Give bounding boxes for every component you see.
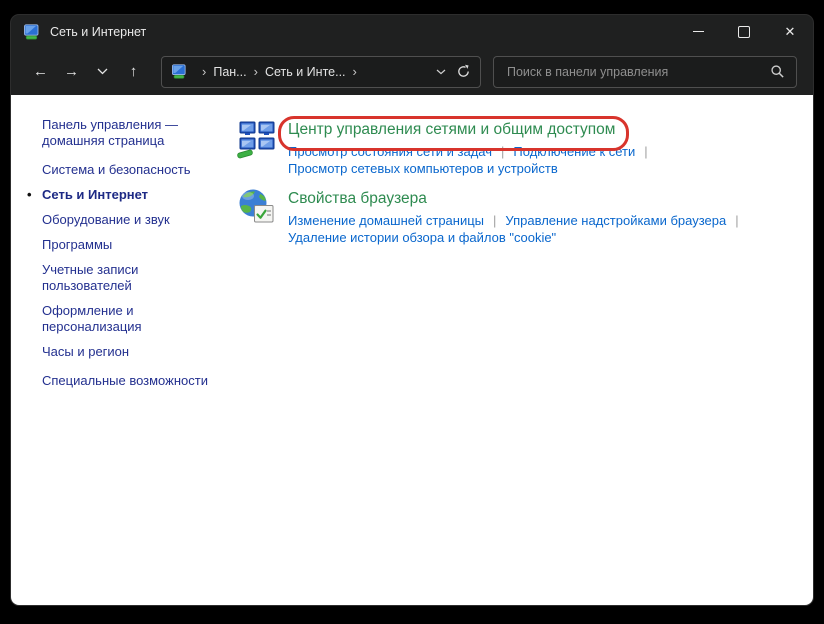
category-section: Свойства браузера Изменение домашней стра… (237, 184, 793, 246)
network-sharing-center-icon (237, 119, 277, 159)
breadcrumb-item[interactable]: Сеть и Инте... (265, 65, 346, 79)
search-icon (771, 65, 784, 78)
address-dropdown-button[interactable] (436, 69, 446, 75)
window-title: Сеть и Интернет (50, 24, 147, 39)
active-bullet-icon: • (27, 187, 32, 202)
category-title-link[interactable]: Центр управления сетями и общим доступом (288, 115, 615, 143)
sidebar-item-label: Программы (42, 237, 113, 252)
sidebar-item-label: Сеть и Интернет (42, 187, 149, 202)
content-area: Панель управления — домашняя страница Сис… (11, 95, 813, 605)
back-icon: ← (33, 63, 48, 80)
sidebar-item-label: Система и безопасность (42, 162, 191, 177)
close-button[interactable]: ✕ (767, 15, 813, 48)
sidebar: Панель управления — домашняя страница Сис… (27, 117, 227, 398)
forward-button[interactable]: → (56, 64, 87, 79)
links-divider: | (501, 144, 505, 159)
address-bar[interactable]: › Пан... › Сеть и Инте... › (161, 55, 481, 88)
refresh-button[interactable] (456, 64, 471, 79)
sidebar-item-label: Специальные возможности (42, 373, 208, 388)
sidebar-item-label: Часы и регион (42, 344, 130, 359)
sidebar-item[interactable]: Система и безопасность (42, 162, 227, 178)
sidebar-item[interactable]: Программы (42, 237, 227, 253)
category-body: Центр управления сетями и общим доступом… (278, 115, 657, 177)
task-link[interactable]: Управление надстройками браузера (505, 213, 726, 228)
network-category-icon (23, 23, 41, 40)
maximize-icon (738, 25, 750, 38)
sidebar-item[interactable]: Специальные возможности (42, 373, 227, 389)
task-links-row: Просмотр сетевых компьютеров и устройств (288, 160, 657, 177)
control-panel-window: Сеть и Интернет ✕ ← → ↑ › Пан... › Сеть и И… (11, 15, 813, 605)
category-title-wrap: Свойства браузера (288, 184, 427, 212)
breadcrumb-item[interactable]: Пан... (213, 65, 246, 79)
sidebar-item[interactable]: Оформление и персонализация (42, 303, 227, 335)
main-pane: Центр управления сетями и общим доступом… (237, 115, 793, 253)
minimize-icon (692, 31, 704, 32)
task-link[interactable]: Просмотр сетевых компьютеров и устройств (288, 161, 558, 176)
links-divider: | (493, 213, 497, 228)
sidebar-item-label: Оформление и персонализация (42, 303, 142, 334)
task-link[interactable]: Удаление истории обзора и файлов "cookie… (288, 230, 556, 245)
links-divider: | (644, 144, 648, 159)
back-button[interactable]: ← (25, 64, 56, 79)
task-link[interactable]: Подключение к сети (513, 144, 635, 159)
network-category-icon (171, 64, 188, 79)
task-links-row: Просмотр состояния сети и задач | Подключе… (288, 143, 657, 160)
sidebar-item-label: Панель управления — домашняя страница (42, 117, 179, 148)
minimize-button[interactable] (675, 15, 721, 48)
close-icon: ✕ (784, 24, 796, 39)
window-controls: ✕ (675, 15, 813, 48)
links-divider: | (735, 213, 739, 228)
category-title-wrap: Центр управления сетями и общим доступом (278, 115, 630, 151)
chevron-down-icon (436, 69, 446, 74)
category-title-link[interactable]: Свойства браузера (288, 184, 427, 212)
maximize-button[interactable] (721, 15, 767, 48)
task-link[interactable]: Просмотр состояния сети и задач (288, 144, 492, 159)
up-icon: ↑ (129, 63, 138, 80)
sidebar-item[interactable]: Учетные записи пользователей (42, 262, 227, 294)
task-links-row: Изменение домашней страницы | Управление н… (288, 212, 748, 229)
sidebar-item[interactable]: Панель управления — домашняя страница (42, 117, 227, 149)
breadcrumb: › Пан... › Сеть и Инте... › (195, 65, 364, 79)
category-body: Свойства браузера Изменение домашней стра… (288, 184, 748, 246)
category-section: Центр управления сетями и общим доступом… (237, 115, 793, 177)
navigation-toolbar: ← → ↑ › Пан... › Сеть и Инте... › (11, 48, 813, 95)
forward-icon: → (64, 63, 79, 80)
recent-pages-button[interactable] (87, 68, 118, 75)
nav-buttons: ← → ↑ (11, 64, 159, 79)
up-button[interactable]: ↑ (118, 64, 149, 79)
titlebar: Сеть и Интернет ✕ (11, 15, 813, 48)
sidebar-item[interactable]: Оборудование и звук (42, 212, 227, 228)
chevron-down-icon (97, 68, 108, 75)
breadcrumb-chevron-icon: › (253, 64, 258, 79)
breadcrumb-chevron-icon: › (352, 64, 357, 79)
refresh-icon (458, 64, 469, 77)
task-link[interactable]: Изменение домашней страницы (288, 213, 484, 228)
search-input[interactable] (505, 63, 770, 80)
sidebar-item-label: Оборудование и звук (42, 212, 170, 227)
search-box[interactable] (493, 55, 797, 88)
task-links-row: Удаление истории обзора и файлов "cookie… (288, 229, 748, 246)
sidebar-item[interactable]: Часы и регион (42, 344, 227, 360)
sidebar-item[interactable]: • Сеть и Интернет (27, 187, 227, 203)
internet-options-icon (237, 188, 277, 228)
breadcrumb-chevron-icon: › (202, 64, 207, 79)
sidebar-item-label: Учетные записи пользователей (42, 262, 139, 293)
